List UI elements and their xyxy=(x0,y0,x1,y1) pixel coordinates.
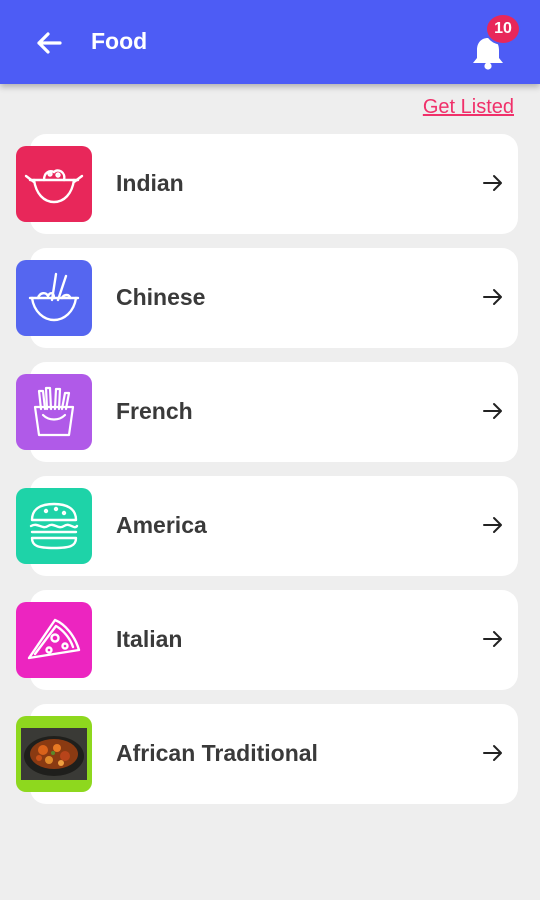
card xyxy=(30,476,518,576)
arrow-right-icon xyxy=(483,631,502,647)
category-tile xyxy=(16,716,92,792)
arrow-right-icon xyxy=(483,175,502,191)
card xyxy=(30,134,518,234)
category-label: Chinese xyxy=(116,284,206,310)
card xyxy=(30,362,518,462)
stew-pot-photo xyxy=(21,728,87,780)
arrow-right-icon xyxy=(483,403,502,419)
category-tile xyxy=(16,374,92,450)
category-label: African Traditional xyxy=(116,740,318,766)
category-tile xyxy=(16,146,92,222)
arrow-right-icon xyxy=(483,745,502,761)
arrow-right-icon xyxy=(483,289,502,305)
category-list: Indian Chinese French America Italian Af… xyxy=(16,134,518,818)
category-label: French xyxy=(116,398,193,424)
app-bar: Food 10 xyxy=(0,0,540,84)
arrow-right-icon xyxy=(483,517,502,533)
card xyxy=(30,248,518,348)
burger-icon xyxy=(29,502,79,550)
wok-icon xyxy=(24,169,84,204)
noodle-bowl-icon xyxy=(28,272,80,322)
list-item-french[interactable]: French xyxy=(16,362,518,462)
category-label: Italian xyxy=(116,626,183,652)
category-tile xyxy=(16,488,92,564)
fries-icon xyxy=(33,386,75,437)
category-label: Indian xyxy=(116,170,184,196)
list-item-indian[interactable]: Indian xyxy=(16,134,518,234)
category-tile xyxy=(16,602,92,678)
list-item-america[interactable]: America xyxy=(16,476,518,576)
back-arrow-icon[interactable] xyxy=(32,26,66,60)
category-label: America xyxy=(116,512,207,538)
list-item-chinese[interactable]: Chinese xyxy=(16,248,518,348)
list-item-african-traditional[interactable]: African Traditional xyxy=(16,704,518,804)
page-title: Food xyxy=(91,28,148,54)
list-item-italian[interactable]: Italian xyxy=(16,590,518,690)
get-listed-link[interactable]: Get Listed xyxy=(423,96,514,119)
notification-badge: 10 xyxy=(485,13,521,45)
category-tile xyxy=(16,260,92,336)
pizza-slice-icon xyxy=(27,618,81,660)
card xyxy=(30,590,518,690)
